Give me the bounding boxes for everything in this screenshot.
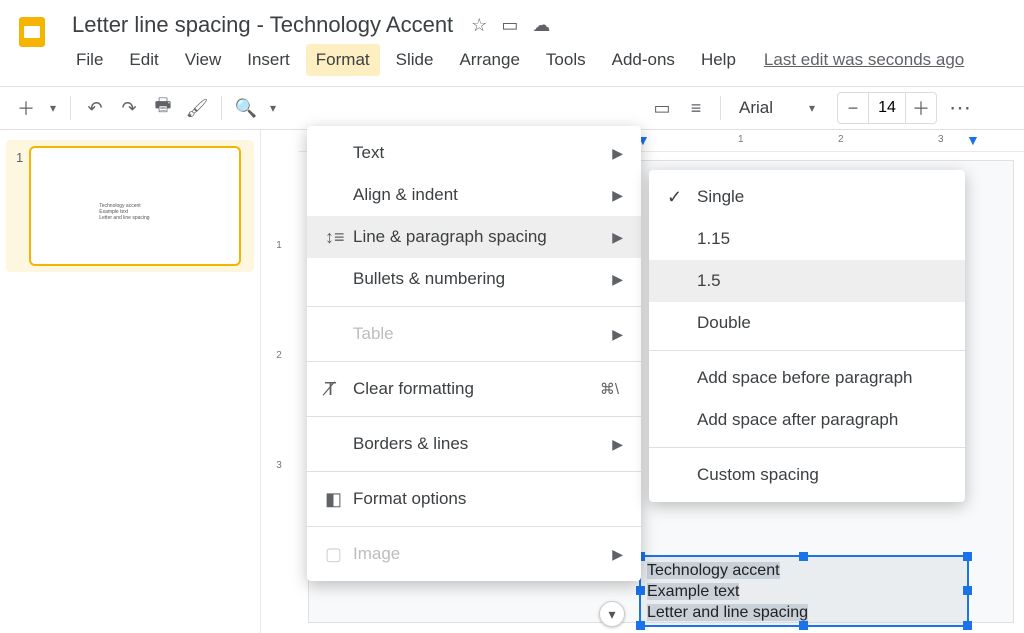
format-line-spacing[interactable]: ↕≡Line & paragraph spacing▶	[307, 216, 641, 258]
resize-handle[interactable]	[799, 621, 808, 630]
format-borders[interactable]: Borders & lines▶	[307, 423, 641, 465]
menu-slide[interactable]: Slide	[386, 44, 444, 76]
border-weight-button[interactable]: ≡	[680, 92, 712, 124]
submenu-arrow-icon: ▶	[612, 436, 623, 453]
line-spacing-submenu: ✓Single 1.15 1.5 Double Add space before…	[649, 170, 965, 502]
slide-thumbnail[interactable]: 1 Technology accent Example text Letter …	[6, 140, 254, 272]
print-button[interactable]: 🖶	[147, 92, 179, 124]
format-table: Table▶	[307, 313, 641, 355]
menu-tools[interactable]: Tools	[536, 44, 596, 76]
spacing-115[interactable]: 1.15	[649, 218, 965, 260]
paint-format-button[interactable]: 🖌	[181, 92, 213, 124]
cloud-icon[interactable]: ☁	[532, 15, 550, 36]
toolbar-more-button[interactable]: ⋯	[949, 95, 973, 121]
document-title[interactable]: Letter line spacing - Technology Accent	[66, 8, 459, 42]
check-icon: ✓	[667, 187, 697, 208]
last-edit-link[interactable]: Last edit was seconds ago	[764, 50, 964, 70]
undo-button[interactable]: ↶	[79, 92, 111, 124]
spacing-custom[interactable]: Custom spacing	[649, 454, 965, 496]
redo-button[interactable]: ↷	[113, 92, 145, 124]
format-options[interactable]: ◧Format options	[307, 478, 641, 520]
slide-number: 1	[12, 146, 29, 266]
submenu-arrow-icon: ▶	[612, 187, 623, 204]
caret-down-icon: ▾	[809, 101, 815, 115]
menu-separator	[307, 306, 641, 307]
font-name: Arial	[739, 98, 773, 118]
menu-separator	[649, 447, 965, 448]
format-options-icon: ◧	[325, 489, 353, 510]
menu-insert[interactable]: Insert	[237, 44, 300, 76]
clear-format-icon: 𝖳̸	[325, 379, 353, 400]
toolbar: ＋ ▾ ↶ ↷ 🖶 🖌 🔍 ▾ ▭ ≡ Arial ▾ − ＋ ⋯	[0, 86, 1024, 130]
thumb-preview: Technology accent Example text Letter an…	[99, 203, 149, 221]
format-image: ▢Image▶	[307, 533, 641, 575]
resize-handle[interactable]	[963, 621, 972, 630]
menu-separator	[307, 471, 641, 472]
move-icon[interactable]: ▭	[501, 15, 518, 36]
indent-marker-right[interactable]: ▼	[966, 132, 980, 148]
format-bullets[interactable]: Bullets & numbering▶	[307, 258, 641, 300]
new-slide-button[interactable]: ＋	[10, 92, 42, 124]
border-color-button[interactable]: ▭	[646, 92, 678, 124]
font-size-decrease[interactable]: −	[838, 93, 868, 123]
separator	[221, 96, 222, 120]
zoom-button[interactable]: 🔍	[230, 92, 262, 124]
separator	[70, 96, 71, 120]
spacing-double[interactable]: Double	[649, 302, 965, 344]
textbox-content[interactable]: Technology accent Example text Letter an…	[641, 557, 967, 627]
font-dropdown[interactable]: Arial ▾	[729, 98, 825, 118]
menu-addons[interactable]: Add-ons	[602, 44, 685, 76]
menu-file[interactable]: File	[66, 44, 113, 76]
font-size-group: − ＋	[837, 92, 937, 124]
spacing-add-before[interactable]: Add space before paragraph	[649, 357, 965, 399]
font-size-input[interactable]	[868, 93, 906, 123]
submenu-arrow-icon: ▶	[612, 271, 623, 288]
submenu-arrow-icon: ▶	[612, 326, 623, 343]
slides-logo[interactable]	[12, 12, 52, 52]
spacing-single[interactable]: ✓Single	[649, 176, 965, 218]
spacing-add-after[interactable]: Add space after paragraph	[649, 399, 965, 441]
line-spacing-icon: ↕≡	[325, 227, 353, 248]
menu-help[interactable]: Help	[691, 44, 746, 76]
new-slide-dropdown[interactable]: ▾	[44, 92, 62, 124]
format-text[interactable]: Text▶	[307, 132, 641, 174]
resize-handle[interactable]	[963, 586, 972, 595]
image-icon: ▢	[325, 544, 353, 565]
menu-separator	[307, 526, 641, 527]
zoom-dropdown[interactable]: ▾	[264, 92, 282, 124]
resize-handle[interactable]	[636, 586, 645, 595]
dropdown-arrow-icon[interactable]: ▾	[599, 601, 625, 627]
menu-separator	[307, 416, 641, 417]
spacing-15[interactable]: 1.5	[649, 260, 965, 302]
format-clear[interactable]: 𝖳̸Clear formatting⌘\	[307, 368, 641, 410]
submenu-arrow-icon: ▶	[612, 546, 623, 563]
menu-arrange[interactable]: Arrange	[449, 44, 529, 76]
format-align-indent[interactable]: Align & indent▶	[307, 174, 641, 216]
submenu-arrow-icon: ▶	[612, 229, 623, 246]
font-size-increase[interactable]: ＋	[906, 93, 936, 123]
submenu-arrow-icon: ▶	[612, 145, 623, 162]
menu-separator	[649, 350, 965, 351]
resize-handle[interactable]	[963, 552, 972, 561]
shortcut-label: ⌘\	[600, 380, 619, 398]
selected-textbox[interactable]: Technology accent Example text Letter an…	[639, 555, 969, 627]
resize-handle[interactable]	[799, 552, 808, 561]
menu-view[interactable]: View	[175, 44, 232, 76]
star-icon[interactable]: ☆	[471, 15, 487, 36]
separator	[720, 96, 721, 120]
resize-handle[interactable]	[636, 621, 645, 630]
format-menu: Text▶ Align & indent▶ ↕≡Line & paragraph…	[307, 126, 641, 581]
menu-format[interactable]: Format	[306, 44, 380, 76]
menu-edit[interactable]: Edit	[119, 44, 168, 76]
menu-separator	[307, 361, 641, 362]
vertical-ruler: 1 2 3	[260, 130, 298, 633]
